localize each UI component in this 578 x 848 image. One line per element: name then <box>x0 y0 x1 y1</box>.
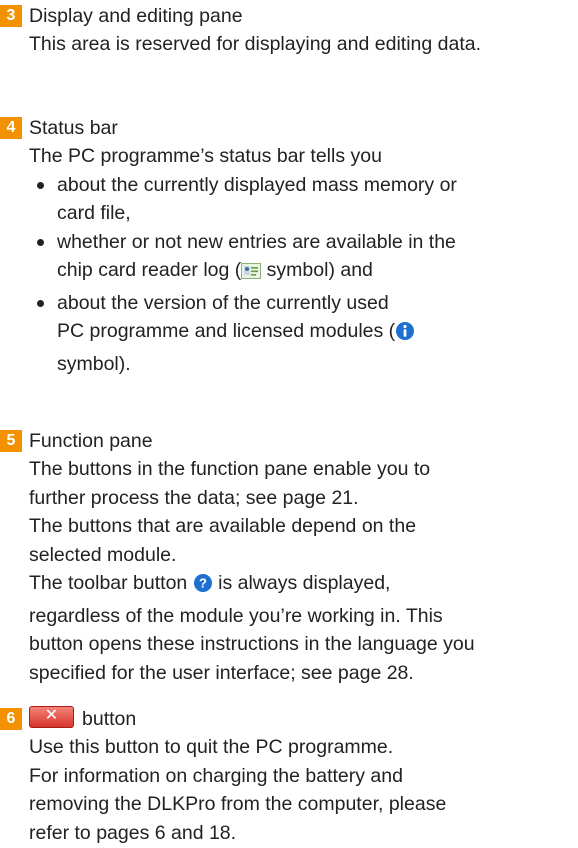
close-icon: ✕ <box>29 706 74 728</box>
section-number-badge: 5 <box>0 430 22 452</box>
section-number-badge: 4 <box>0 117 22 139</box>
section-function-pane: 5 Function pane The buttons in the funct… <box>0 427 578 687</box>
text-line: The buttons that are available depend on… <box>29 515 417 537</box>
card-reader-log-icon <box>241 260 262 289</box>
section-title: Display and editing pane <box>29 5 243 27</box>
list-item: about the version of the currently used … <box>29 289 578 379</box>
section-title: button <box>82 708 137 730</box>
section-title: Status bar <box>29 117 118 139</box>
section-number-badge: 3 <box>0 5 22 27</box>
instruction-page: 3 Display and editing pane This area is … <box>0 0 578 848</box>
section-heading: 3 Display and editing pane <box>0 2 578 30</box>
paragraph: The PC programme’s status bar tells you … <box>29 142 578 378</box>
intro-line: The PC programme’s status bar tells you <box>29 145 382 167</box>
text-line: For information on charging the battery … <box>29 764 403 787</box>
list-item: about the currently displayed mass memor… <box>29 171 578 228</box>
text-line: selected module. <box>29 543 177 566</box>
help-icon: ? <box>193 573 213 602</box>
text-line: refer to pages 6 and 18. <box>29 821 237 844</box>
svg-text:?: ? <box>199 576 207 591</box>
list-item-line: chip card reader log ( symbol) and <box>57 256 578 289</box>
info-icon <box>395 321 415 350</box>
text-fragment: PC programme and licensed modules ( <box>57 320 396 342</box>
text-fragment: The toolbar button <box>29 572 193 594</box>
text-line: The toolbar button ? is always displayed… <box>29 569 578 602</box>
bullet-list: about the currently displayed mass memor… <box>29 171 578 379</box>
section-heading: 4 Status bar <box>0 114 578 142</box>
list-item-line: symbol). <box>57 352 131 375</box>
paragraph: This area is reserved for displaying and… <box>29 33 482 55</box>
section-heading: 5 Function pane <box>0 427 578 455</box>
text-fragment: symbol) and <box>261 259 373 281</box>
text-fragment: is always displayed, <box>212 572 391 594</box>
text-line: Use this button to quit the PC programme… <box>29 736 394 758</box>
section-number-badge: 6 <box>0 708 22 730</box>
text-line: further process the data; see page 21. <box>29 486 359 509</box>
list-item-line: card file, <box>57 202 131 224</box>
paragraph: The buttons in the function pane enable … <box>29 455 578 687</box>
section-close-button: 6 ✕ button Use this button to quit the P… <box>0 705 578 847</box>
text-fragment: chip card reader log ( <box>57 259 242 281</box>
text-line: button opens these instructions in the l… <box>29 633 475 655</box>
section-status-bar: 4 Status bar The PC programme’s status b… <box>0 114 578 378</box>
text-line: specified for the user interface; see pa… <box>29 661 414 684</box>
section-title: Function pane <box>29 430 153 452</box>
text-line: The buttons in the function pane enable … <box>29 458 431 480</box>
text-line: removing the DLKPro from the computer, p… <box>29 793 447 815</box>
section-display-pane: 3 Display and editing pane This area is … <box>0 2 578 59</box>
list-item-line: about the version of the currently used <box>57 291 389 314</box>
list-item-line: whether or not new entries are available… <box>57 230 456 253</box>
list-item-line: PC programme and licensed modules ( <box>57 317 578 350</box>
text-line: regardless of the module you’re working … <box>29 604 443 627</box>
paragraph: Use this button to quit the PC programme… <box>29 733 578 847</box>
section-heading: 6 ✕ button <box>0 705 578 733</box>
list-item-line: about the currently displayed mass memor… <box>57 173 457 196</box>
list-item: whether or not new entries are available… <box>29 228 578 289</box>
